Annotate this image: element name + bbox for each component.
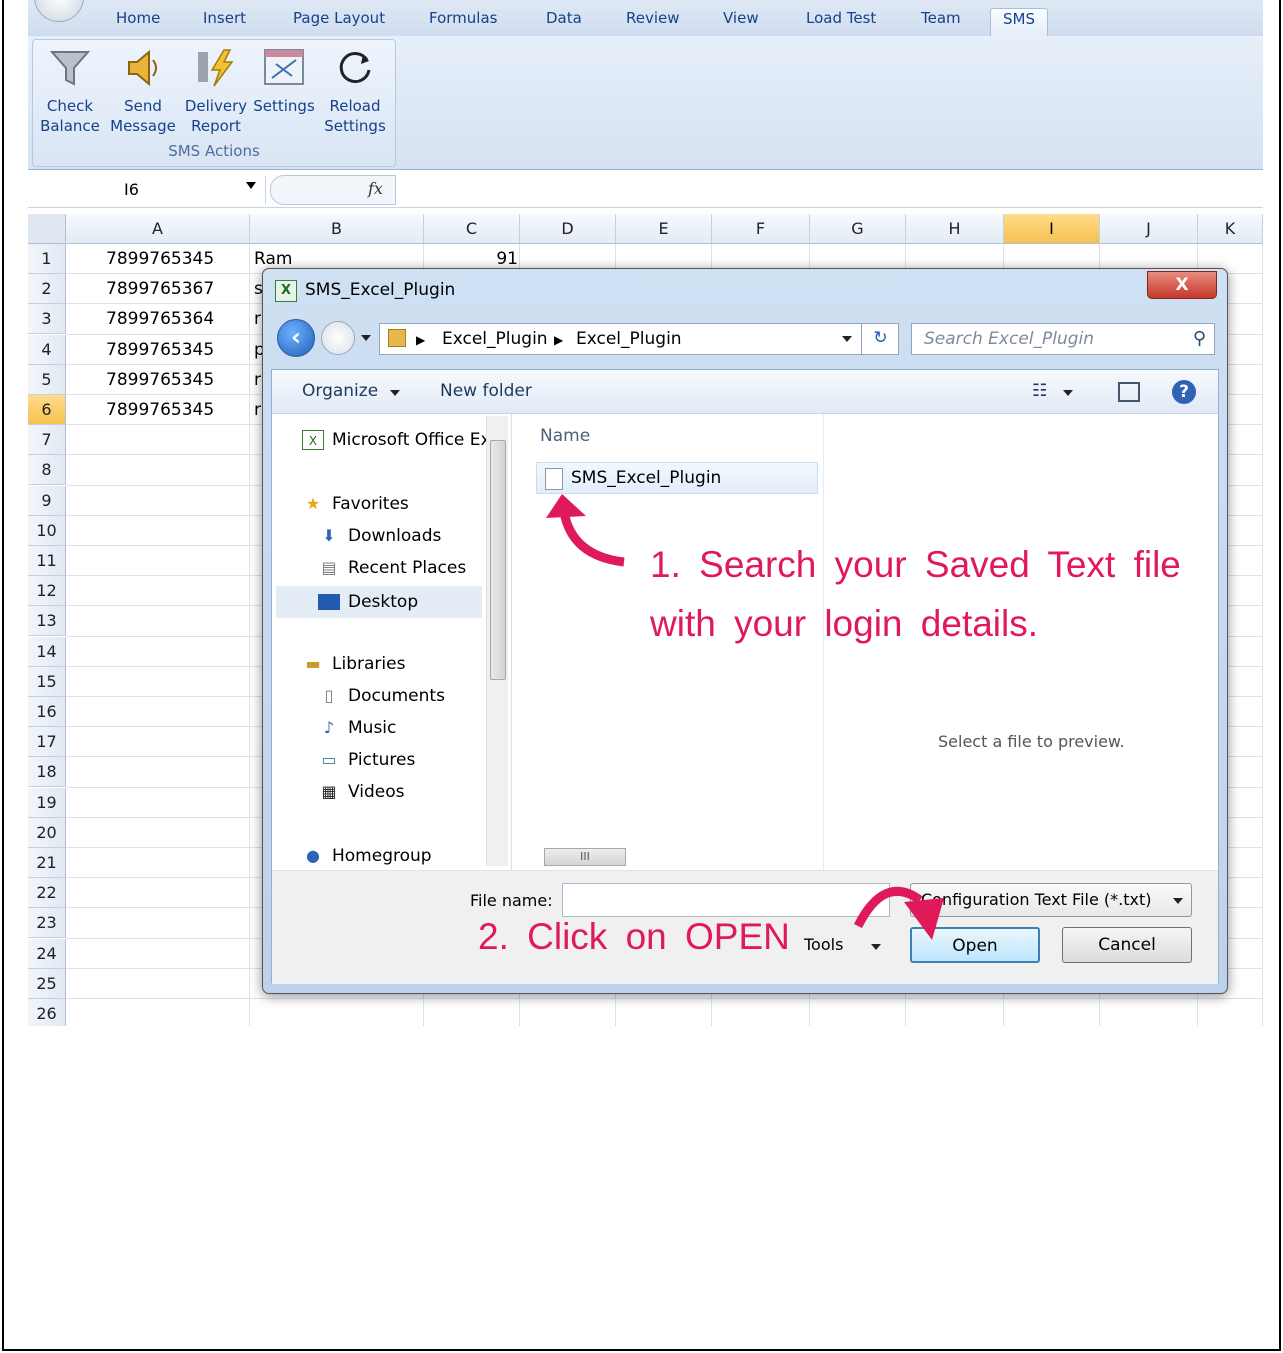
annotation-arrowhead-1 [546,494,586,518]
annotation-step-2: 2. Click on OPEN [478,916,790,957]
annotation-arrow-1 [559,511,625,567]
annotation-arrows [546,494,944,940]
annotation-step-1-continued: with your login details. [650,603,1039,644]
annotation-step-1: 1. Search your Saved Text file [650,544,1181,585]
annotation-arrowhead-2 [904,898,944,940]
